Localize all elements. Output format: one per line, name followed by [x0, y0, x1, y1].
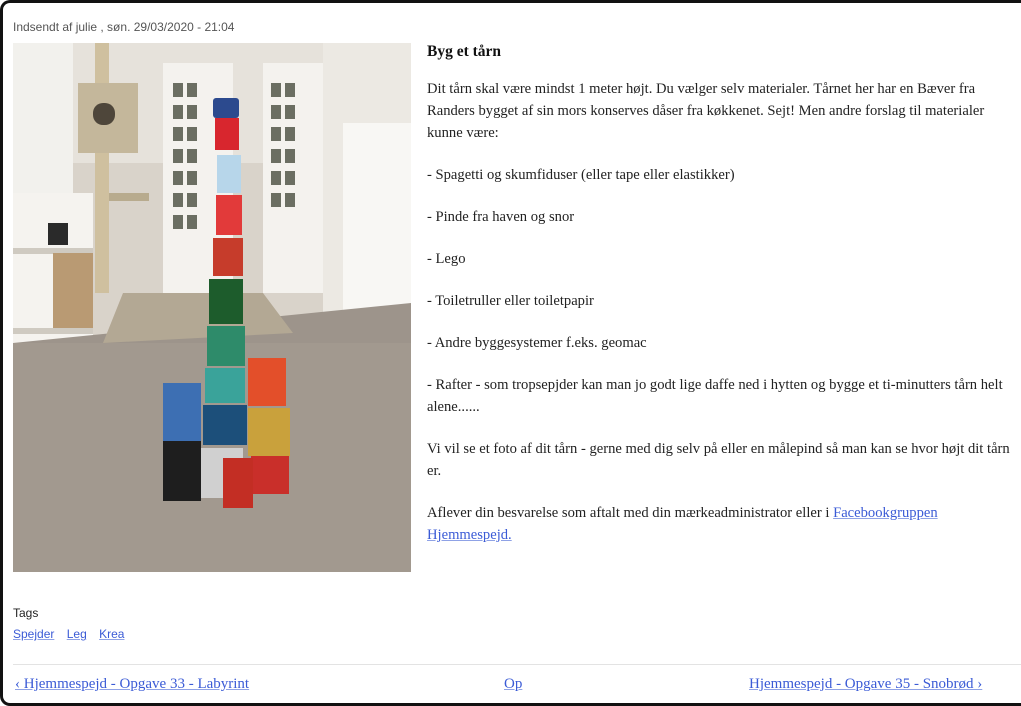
next-page-link[interactable]: Hjemmespejd - Opgave 35 - Snobrød › — [749, 676, 982, 693]
material-item: - Lego — [427, 251, 466, 267]
tag-link-leg[interactable]: Leg — [67, 627, 87, 641]
tags-heading: Tags — [13, 606, 39, 620]
tag-link-spejder[interactable]: Spejder — [13, 627, 54, 641]
tower-photo — [13, 43, 411, 572]
material-item: - Pinde fra haven og snor — [427, 209, 575, 225]
article-body: Byg et tårn Dit tårn skal være mindst 1 … — [427, 41, 1021, 566]
book-navigation: ‹ Hjemmespejd - Opgave 33 - Labyrint Op … — [13, 673, 1021, 697]
material-item: - Toiletruller eller toiletpapir — [427, 293, 594, 309]
previous-page-link[interactable]: ‹ Hjemmespejd - Opgave 33 - Labyrint — [15, 676, 249, 693]
up-link[interactable]: Op — [504, 676, 522, 693]
material-item: - Rafter - som tropsepjder kan man jo go… — [427, 377, 1003, 415]
tag-link-krea[interactable]: Krea — [99, 627, 124, 641]
article-intro: Dit tårn skal være mindst 1 meter højt. … — [427, 81, 985, 141]
tags-list: Spejder Leg Krea — [13, 627, 133, 641]
deliver-paragraph: Aflever din besvarelse som aftalt med di… — [427, 502, 1021, 546]
node-page: Indsendt af julie , søn. 29/03/2020 - 21… — [0, 0, 1021, 706]
article-title: Byg et tårn — [427, 43, 502, 60]
deliver-text: Aflever din besvarelse som aftalt med di… — [427, 505, 830, 521]
pager-divider-bottom — [13, 703, 1021, 704]
photo-request: Vi vil se et foto af dit tårn - gerne me… — [427, 441, 1010, 479]
pager-divider-top — [13, 664, 1021, 665]
material-item: - Spagetti og skumfiduser (eller tape el… — [427, 167, 735, 183]
material-item: - Andre byggesystemer f.eks. geomac — [427, 335, 647, 351]
submitted-info: Indsendt af julie , søn. 29/03/2020 - 21… — [13, 20, 235, 34]
